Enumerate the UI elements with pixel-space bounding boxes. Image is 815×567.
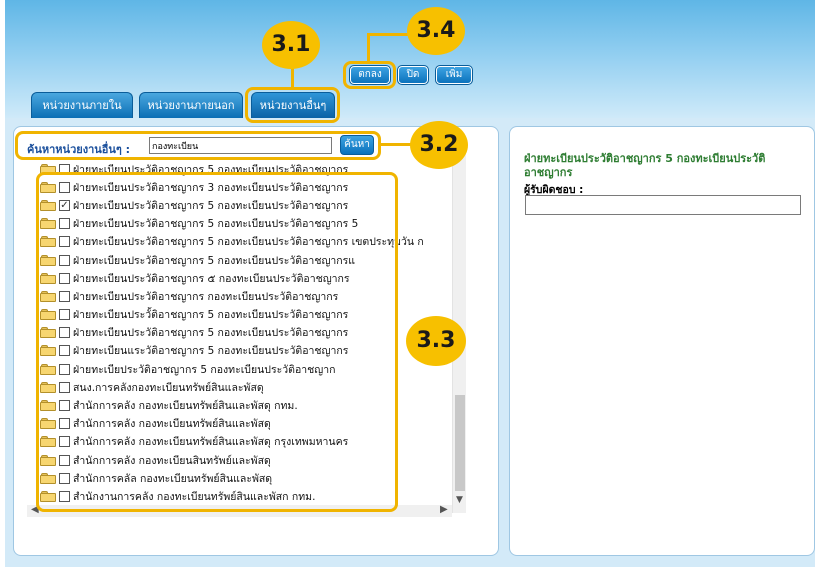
tab-external[interactable]: หน่วยงานภายนอก xyxy=(139,92,243,118)
callout-3-2: 3.2 xyxy=(410,121,468,169)
scroll-down-icon[interactable]: ▼ xyxy=(456,495,463,505)
callout-box-3-1 xyxy=(245,87,340,123)
callout-3-4: 3.4 xyxy=(407,7,465,55)
callout-box-3-4 xyxy=(343,61,396,89)
close-button[interactable]: ปิด xyxy=(397,65,429,85)
detail-title: ฝ่ายทะเบียนประวัติอาชญากร 5 กองทะเบียนปร… xyxy=(524,152,766,179)
scrollbar-thumb[interactable] xyxy=(455,395,465,491)
responsible-input[interactable] xyxy=(525,195,801,215)
add-button[interactable]: เพิ่ม xyxy=(435,65,473,85)
callout-box-3-2 xyxy=(15,131,381,160)
callout-box-3-3 xyxy=(36,172,398,512)
callout-3-3: 3.3 xyxy=(406,316,466,366)
scroll-right-icon[interactable]: ▶ xyxy=(440,504,448,515)
callout-line-3-2 xyxy=(381,143,411,146)
callout-3-1: 3.1 xyxy=(262,21,320,69)
callout-line-3-4-vertical xyxy=(367,33,370,62)
tab-internal[interactable]: หน่วยงานภายใน xyxy=(31,92,133,118)
